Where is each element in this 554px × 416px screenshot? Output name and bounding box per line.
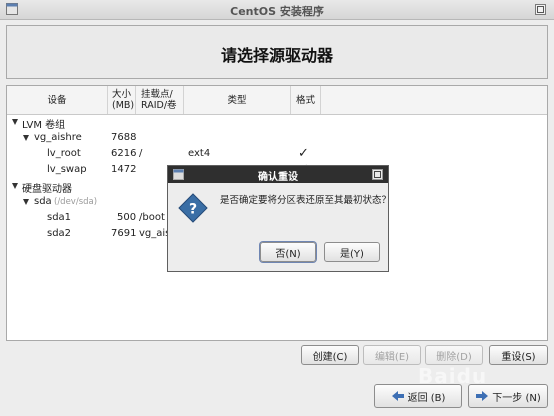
arrow-right-icon [476,391,489,401]
no-button[interactable]: 否(N) [260,242,316,262]
edit-button[interactable]: 编辑(E) [363,345,421,365]
watermark: Baidu [418,364,488,388]
table-header: 设备 大小 (MB) 挂载点/ RAID/卷 类型 格式 [7,86,547,115]
window-title: CentOS 安装程序 [230,5,324,18]
question-icon: ? [178,193,208,223]
page-title: 请选择源驱动器 [220,46,333,65]
column-size[interactable]: 大小 (MB) [108,86,136,114]
format-check-icon: ✓ [298,146,309,161]
page-header: 请选择源驱动器 [6,25,548,79]
expander-open-icon[interactable] [12,183,18,189]
table-row[interactable]: lv_root 6216 / ext4 ✓ [7,146,547,162]
confirm-reset-dialog: 确认重设 ? 是否确定要将分区表还原至其最初状态？ 否(N) 是(Y) [167,165,392,272]
table-row[interactable]: LVM 卷组 [7,114,547,131]
delete-button[interactable]: 删除(D) [425,345,483,365]
table-row[interactable]: vg_aishre 7688 [7,130,547,146]
expander-open-icon[interactable] [23,135,29,141]
column-type[interactable]: 类型 [184,86,291,114]
svg-text:?: ? [189,202,197,218]
column-mount[interactable]: 挂载点/ RAID/卷 [136,86,184,114]
expander-open-icon[interactable] [12,119,18,125]
yes-button[interactable]: 是(Y) [324,242,380,262]
dialog-message: 是否确定要将分区表还原至其最初状态？ [220,195,392,206]
dialog-titlebar: 确认重设 [168,166,388,183]
dialog-title: 确认重设 [258,172,298,183]
close-icon[interactable] [372,169,383,180]
reset-button[interactable]: 重设(S) [489,345,548,365]
create-button[interactable]: 创建(C) [301,345,359,365]
window-titlebar: CentOS 安装程序 [0,0,554,20]
maximize-icon[interactable] [535,4,546,15]
arrow-left-icon [391,391,404,401]
column-format[interactable]: 格式 [291,86,321,114]
column-device[interactable]: 设备 [7,86,108,114]
expander-open-icon[interactable] [23,199,29,205]
